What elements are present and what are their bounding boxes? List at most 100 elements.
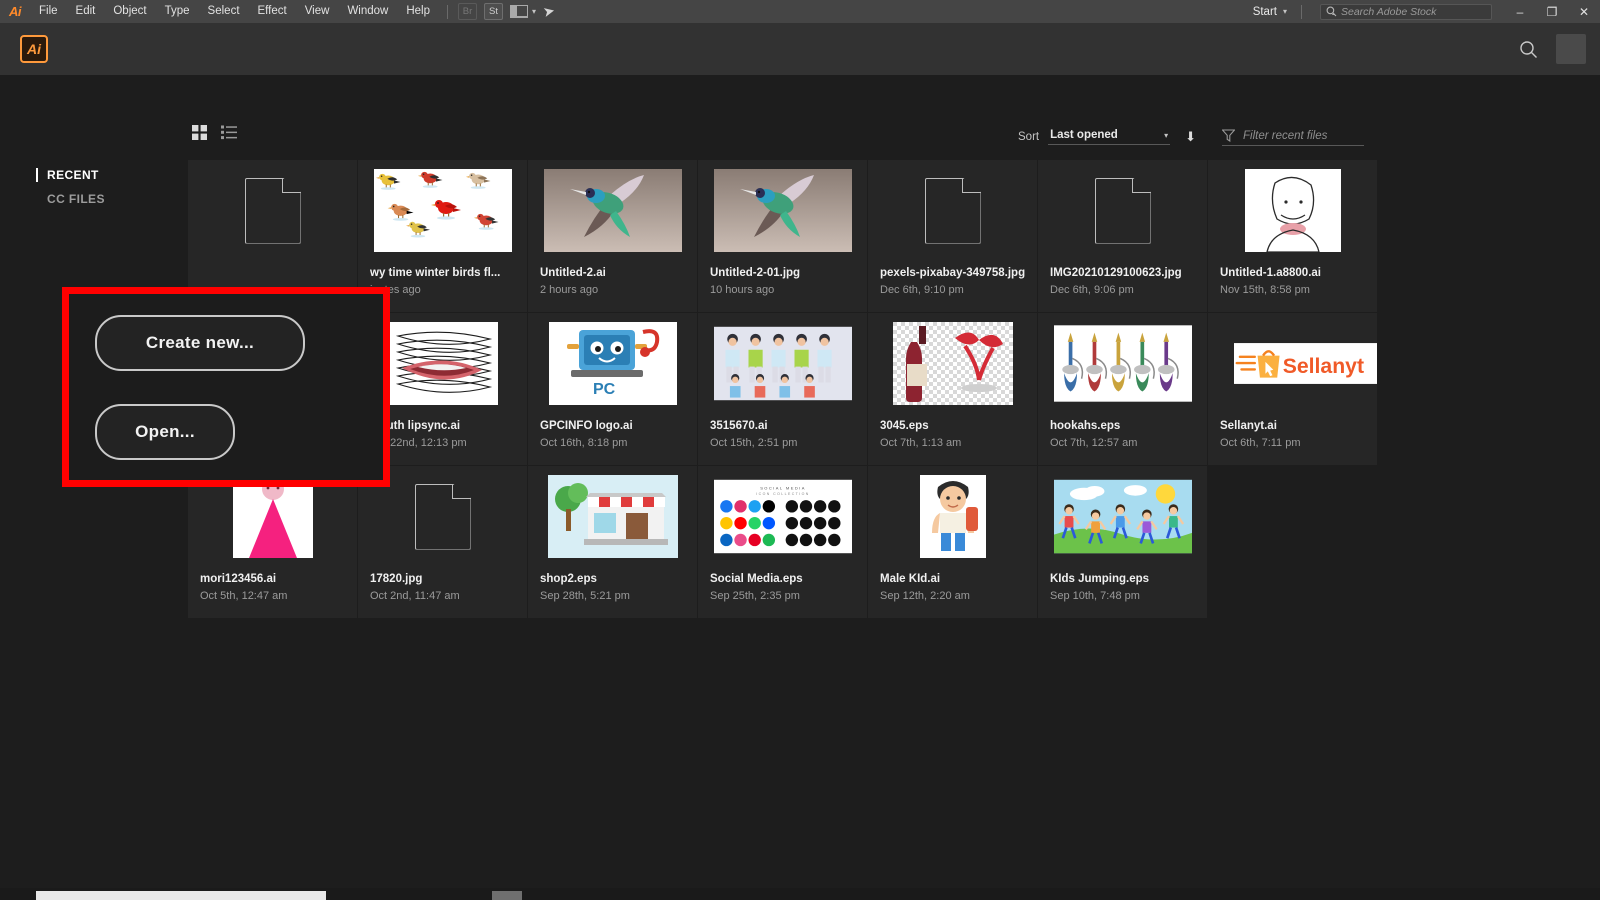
file-date: Dec 6th, 9:06 pm — [1050, 284, 1134, 296]
file-name: 17820.jpg — [370, 573, 423, 585]
file-thumbnail: PC — [528, 313, 697, 414]
file-name: hookahs.eps — [1050, 420, 1121, 432]
file-name: wy time winter birds fl... — [370, 267, 501, 279]
arrange-documents-icon — [510, 5, 528, 18]
restore-button[interactable]: ❐ — [1536, 0, 1568, 23]
menu-item-file[interactable]: File — [30, 0, 67, 23]
file-card[interactable]: Male KId.ai Sep 12th, 2:20 am — [868, 466, 1037, 618]
open-button[interactable]: Open... — [95, 404, 235, 460]
file-card[interactable]: shop2.eps Sep 28th, 5:21 pm — [528, 466, 697, 618]
close-button[interactable]: ✕ — [1568, 0, 1600, 23]
file-card[interactable]: 17820.jpg Oct 2nd, 11:47 am — [358, 466, 527, 618]
file-name: KIds Jumping.eps — [1050, 573, 1150, 585]
sort-label: Sort — [1018, 131, 1040, 143]
user-avatar[interactable] — [1556, 34, 1586, 64]
file-thumbnail — [1038, 313, 1207, 414]
file-meta: mori123456.ai Oct 5th, 12:47 am — [200, 573, 351, 602]
file-card[interactable]: SOCIAL MEDIA ICON COLLECTION Social Media.… — [698, 466, 867, 618]
svg-text:ICON COLLECTION: ICON COLLECTION — [756, 492, 809, 496]
file-card[interactable]: hookahs.eps Oct 7th, 12:57 am — [1038, 313, 1207, 465]
menu-item-view[interactable]: View — [296, 0, 339, 23]
file-meta — [200, 267, 351, 272]
share-paper-plane-icon[interactable]: ➤ — [541, 2, 556, 21]
menu-item-help[interactable]: Help — [397, 0, 439, 23]
blank-document-icon — [414, 483, 471, 550]
menu-item-edit[interactable]: Edit — [67, 0, 105, 23]
file-card[interactable]: KIds Jumping.eps Sep 10th, 7:48 pm — [1038, 466, 1207, 618]
sidebar-item-recent[interactable]: RECENT — [36, 163, 186, 187]
grid-view-icon[interactable] — [192, 125, 207, 145]
file-meta: 3515670.ai Oct 15th, 2:51 pm — [710, 420, 861, 449]
svg-text:SOCIAL MEDIA: SOCIAL MEDIA — [760, 486, 806, 491]
taskbar-segment-b — [492, 891, 522, 900]
sort-descending-arrow-icon[interactable]: ⬇ — [1185, 129, 1196, 145]
file-meta: pexels-pixabay-349758.jpg Dec 6th, 9:10 p… — [880, 267, 1031, 296]
create-new-button[interactable]: Create new... — [95, 315, 305, 371]
file-thumbnail — [358, 160, 527, 261]
file-name: pexels-pixabay-349758.jpg — [880, 267, 1026, 279]
file-meta: wy time winter birds fl... inutes ago — [370, 267, 521, 296]
arrange-documents-button[interactable]: ▾ — [510, 5, 536, 18]
sort-dropdown[interactable]: Last opened ▾ — [1048, 129, 1171, 145]
file-card[interactable]: PC GPCINFO logo.ai Oct 16th, 8:18 pm — [528, 313, 697, 465]
sidebar-item-label: CC FILES — [47, 192, 105, 206]
minimize-button[interactable]: – — [1504, 0, 1536, 23]
filter-funnel-icon — [1222, 129, 1235, 142]
svg-text:Sellanyt: Sellanyt — [1283, 355, 1364, 378]
file-name: Untitled-2-01.jpg — [710, 267, 801, 279]
list-view-icon[interactable] — [221, 125, 237, 145]
file-card[interactable]: Untitled-2-01.jpg 10 hours ago — [698, 160, 867, 312]
file-name: Sellanyt.ai — [1220, 420, 1277, 432]
file-card[interactable]: mori123456.ai Oct 5th, 12:47 am — [188, 466, 357, 618]
file-meta: shop2.eps Sep 28th, 5:21 pm — [540, 573, 691, 602]
file-card[interactable]: IMG20210129100623.jpg Dec 6th, 9:06 pm — [1038, 160, 1207, 312]
taskbar-segment-a — [36, 891, 326, 900]
stock-search-input[interactable]: Search Adobe Stock — [1320, 3, 1492, 20]
app-icon-small: Ai — [9, 4, 22, 19]
file-meta: 17820.jpg Oct 2nd, 11:47 am — [370, 573, 521, 602]
menu-item-select[interactable]: Select — [199, 0, 249, 23]
menu-item-effect[interactable]: Effect — [249, 0, 296, 23]
bridge-icon[interactable]: Br — [458, 3, 477, 20]
file-card[interactable]: 3045.eps Oct 7th, 1:13 am — [868, 313, 1037, 465]
file-card[interactable]: 3515670.ai Oct 15th, 2:51 pm — [698, 313, 867, 465]
search-icon[interactable] — [1519, 40, 1538, 59]
file-card[interactable]: Sellanyt Sellanyt.ai Oct 6th, 7:11 pm — [1208, 313, 1377, 465]
file-date: Sep 12th, 2:20 am — [880, 590, 970, 602]
menu-item-type[interactable]: Type — [156, 0, 199, 23]
chevron-down-icon: ▾ — [532, 7, 537, 16]
file-meta: Male KId.ai Sep 12th, 2:20 am — [880, 573, 1031, 602]
menu-divider-2 — [1301, 4, 1302, 19]
workspace-switcher[interactable]: Start ▾ — [1247, 6, 1293, 18]
window-controls: – ❐ ✕ — [1504, 0, 1600, 23]
file-date: Oct 7th, 1:13 am — [880, 437, 962, 449]
stock-search-placeholder: Search Adobe Stock — [1341, 5, 1437, 18]
file-meta: GPCINFO logo.ai Oct 16th, 8:18 pm — [540, 420, 691, 449]
file-meta: Social Media.eps Sep 25th, 2:35 pm — [710, 573, 861, 602]
file-meta: 3045.eps Oct 7th, 1:13 am — [880, 420, 1031, 449]
sidebar-item-cc-files[interactable]: CC FILES — [36, 187, 186, 211]
file-card[interactable]: Untitled-2.ai 2 hours ago — [528, 160, 697, 312]
stock-icon[interactable]: St — [484, 3, 503, 20]
blank-document-icon — [924, 177, 981, 244]
filter-placeholder: Filter recent files — [1243, 129, 1328, 142]
menu-item-window[interactable]: Window — [338, 0, 397, 23]
bottom-strip — [0, 888, 1600, 900]
filter-recent-files-input[interactable]: Filter recent files — [1222, 129, 1364, 146]
file-date: Oct 6th, 7:11 pm — [1220, 437, 1301, 449]
file-name: Untitled-2.ai — [540, 267, 606, 279]
file-card[interactable]: Untitled-1.a8800.ai Nov 15th, 8:58 pm — [1208, 160, 1377, 312]
file-row: mori123456.ai Oct 5th, 12:47 am 17820.jpg O… — [188, 466, 1378, 618]
chevron-down-icon: ▾ — [1164, 130, 1169, 140]
file-card[interactable]: pexels-pixabay-349758.jpg Dec 6th, 9:10 p… — [868, 160, 1037, 312]
file-thumbnail — [698, 313, 867, 414]
file-thumbnail — [188, 160, 357, 261]
header-right — [1519, 34, 1586, 64]
menu-divider — [447, 4, 448, 19]
file-date: Sep 28th, 5:21 pm — [540, 590, 630, 602]
menu-items: File Edit Object Type Select Effect View Window… — [30, 0, 439, 23]
menu-item-object[interactable]: Object — [104, 0, 155, 23]
file-date: Dec 6th, 9:10 pm — [880, 284, 964, 296]
illustrator-logo: Ai — [20, 35, 48, 63]
file-date: Nov 15th, 8:58 pm — [1220, 284, 1310, 296]
